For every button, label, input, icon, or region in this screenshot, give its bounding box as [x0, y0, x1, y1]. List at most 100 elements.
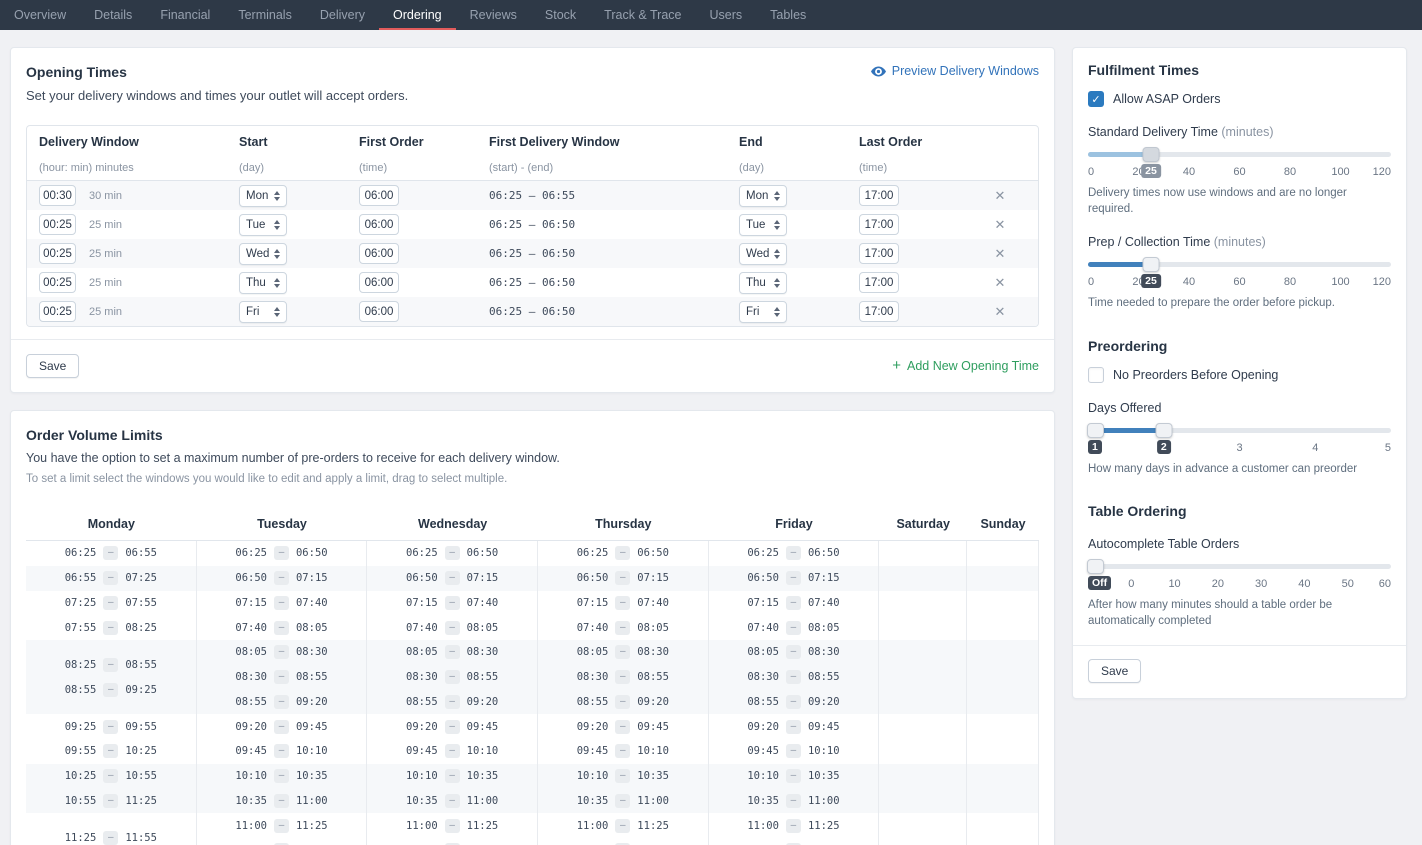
- last-order-time-input[interactable]: [859, 214, 899, 235]
- delivery-window-slot[interactable]: 06:25–06:50: [235, 541, 327, 566]
- delivery-window-slot[interactable]: 09:20–09:45: [747, 714, 839, 739]
- nav-tab-users[interactable]: Users: [696, 0, 757, 30]
- delivery-window-slot[interactable]: 08:05–08:30: [235, 640, 327, 665]
- first-order-time-input[interactable]: [359, 243, 399, 264]
- delivery-window-slot[interactable]: 08:55–09:25: [65, 677, 157, 702]
- delivery-window-slot[interactable]: 11:00–11:25: [406, 813, 498, 838]
- delivery-window-slot[interactable]: 11:00–11:25: [577, 813, 669, 838]
- end-day-select[interactable]: Mon: [739, 185, 787, 207]
- delivery-window-slot[interactable]: 06:25–06:50: [406, 541, 498, 566]
- allow-asap-orders-checkbox-row[interactable]: ✓ Allow ASAP Orders: [1088, 91, 1391, 107]
- delivery-window-slot[interactable]: 08:05–08:30: [577, 640, 669, 665]
- auto-slider[interactable]: [1088, 558, 1391, 575]
- delivery-window-slot[interactable]: 06:50–07:15: [577, 566, 669, 591]
- delivery-window-slot[interactable]: 06:25–06:50: [747, 541, 839, 566]
- delivery-window-duration-input[interactable]: [39, 301, 76, 322]
- delivery-window-slot[interactable]: 07:55–08:25: [65, 615, 157, 640]
- delivery-window-slot[interactable]: 10:10–10:35: [406, 764, 498, 789]
- std-slider[interactable]: [1088, 146, 1391, 163]
- nav-tab-reviews[interactable]: Reviews: [456, 0, 531, 30]
- first-order-time-input[interactable]: [359, 301, 399, 322]
- delivery-window-slot[interactable]: 06:55–07:25: [65, 566, 157, 591]
- delivery-window-slot[interactable]: 07:15–07:40: [747, 591, 839, 616]
- start-day-select[interactable]: Tue: [239, 214, 287, 236]
- delivery-window-slot[interactable]: 10:10–10:35: [577, 764, 669, 789]
- first-order-time-input[interactable]: [359, 185, 399, 206]
- delivery-window-slot[interactable]: 11:25–11:50: [747, 838, 839, 845]
- delivery-window-slot[interactable]: 11:25–11:50: [406, 838, 498, 845]
- delivery-window-slot[interactable]: 08:05–08:30: [747, 640, 839, 665]
- end-day-select[interactable]: Tue: [739, 214, 787, 236]
- nav-tab-tables[interactable]: Tables: [756, 0, 820, 30]
- delivery-window-slot[interactable]: 10:25–10:55: [65, 764, 157, 789]
- delivery-window-slot[interactable]: 09:45–10:10: [747, 739, 839, 764]
- prep-slider[interactable]: [1088, 256, 1391, 273]
- slider-thumb[interactable]: [1087, 423, 1104, 438]
- delivery-window-duration-input[interactable]: [39, 272, 76, 293]
- slider-thumb[interactable]: [1143, 257, 1160, 272]
- last-order-time-input[interactable]: [859, 272, 899, 293]
- last-order-time-input[interactable]: [859, 301, 899, 322]
- delivery-window-duration-input[interactable]: [39, 243, 76, 264]
- start-day-select[interactable]: Wed: [239, 243, 287, 265]
- delivery-window-slot[interactable]: 07:40–08:05: [235, 615, 327, 640]
- end-day-select[interactable]: Thu: [739, 272, 787, 294]
- delivery-window-slot[interactable]: 11:25–11:50: [235, 838, 327, 845]
- fulfilment-save-button[interactable]: Save: [1088, 659, 1141, 683]
- nav-tab-stock[interactable]: Stock: [531, 0, 590, 30]
- delivery-window-duration-input[interactable]: [39, 214, 76, 235]
- start-day-select[interactable]: Thu: [239, 272, 287, 294]
- delivery-window-slot[interactable]: 07:40–08:05: [577, 615, 669, 640]
- delivery-window-slot[interactable]: 08:05–08:30: [406, 640, 498, 665]
- delivery-window-slot[interactable]: 10:35–11:00: [235, 789, 327, 814]
- nav-tab-track-trace[interactable]: Track & Trace: [590, 0, 695, 30]
- nav-tab-financial[interactable]: Financial: [146, 0, 224, 30]
- add-new-opening-time-link[interactable]: + Add New Opening Time: [892, 359, 1039, 373]
- delivery-window-slot[interactable]: 10:10–10:35: [235, 764, 327, 789]
- delivery-window-slot[interactable]: 08:30–08:55: [235, 665, 327, 690]
- nav-tab-ordering[interactable]: Ordering: [379, 0, 456, 30]
- last-order-time-input[interactable]: [859, 185, 899, 206]
- end-day-select[interactable]: Wed: [739, 243, 787, 265]
- remove-row-button[interactable]: ✕: [995, 275, 1006, 291]
- slider-thumb[interactable]: [1143, 147, 1160, 162]
- nav-tab-terminals[interactable]: Terminals: [224, 0, 306, 30]
- delivery-window-slot[interactable]: 09:55–10:25: [65, 739, 157, 764]
- delivery-window-slot[interactable]: 08:55–09:20: [577, 690, 669, 715]
- remove-row-button[interactable]: ✕: [995, 188, 1006, 204]
- delivery-window-slot[interactable]: 08:30–08:55: [577, 665, 669, 690]
- checkbox-checked-icon[interactable]: ✓: [1088, 91, 1104, 107]
- delivery-window-slot[interactable]: 11:25–11:55: [65, 825, 157, 845]
- delivery-window-slot[interactable]: 10:35–11:00: [406, 789, 498, 814]
- first-order-time-input[interactable]: [359, 214, 399, 235]
- delivery-window-slot[interactable]: 07:15–07:40: [406, 591, 498, 616]
- last-order-time-input[interactable]: [859, 243, 899, 264]
- delivery-window-slot[interactable]: 08:55–09:20: [406, 690, 498, 715]
- delivery-window-slot[interactable]: 07:15–07:40: [235, 591, 327, 616]
- delivery-window-slot[interactable]: 07:15–07:40: [577, 591, 669, 616]
- nav-tab-details[interactable]: Details: [80, 0, 146, 30]
- delivery-window-slot[interactable]: 06:50–07:15: [235, 566, 327, 591]
- delivery-window-slot[interactable]: 09:45–10:10: [406, 739, 498, 764]
- first-order-time-input[interactable]: [359, 272, 399, 293]
- nav-tab-overview[interactable]: Overview: [0, 0, 80, 30]
- delivery-window-slot[interactable]: 07:40–08:05: [747, 615, 839, 640]
- delivery-window-slot[interactable]: 06:50–07:15: [406, 566, 498, 591]
- start-day-select[interactable]: Fri: [239, 301, 287, 323]
- end-day-select[interactable]: Fri: [739, 301, 787, 323]
- delivery-window-slot[interactable]: 10:35–11:00: [577, 789, 669, 814]
- start-day-select[interactable]: Mon: [239, 185, 287, 207]
- days-slider[interactable]: [1088, 422, 1391, 439]
- remove-row-button[interactable]: ✕: [995, 304, 1006, 320]
- delivery-window-slot[interactable]: 08:30–08:55: [747, 665, 839, 690]
- delivery-window-slot[interactable]: 09:25–09:55: [65, 714, 157, 739]
- preview-delivery-windows-link[interactable]: Preview Delivery Windows: [871, 64, 1039, 78]
- remove-row-button[interactable]: ✕: [995, 217, 1006, 233]
- delivery-window-duration-input[interactable]: [39, 185, 76, 206]
- delivery-window-slot[interactable]: 08:55–09:20: [235, 690, 327, 715]
- delivery-window-slot[interactable]: 11:25–11:50: [577, 838, 669, 845]
- delivery-window-slot[interactable]: 08:25–08:55: [65, 652, 157, 677]
- delivery-window-slot[interactable]: 11:00–11:25: [747, 813, 839, 838]
- slider-thumb[interactable]: [1087, 559, 1104, 574]
- opening-times-save-button[interactable]: Save: [26, 354, 79, 378]
